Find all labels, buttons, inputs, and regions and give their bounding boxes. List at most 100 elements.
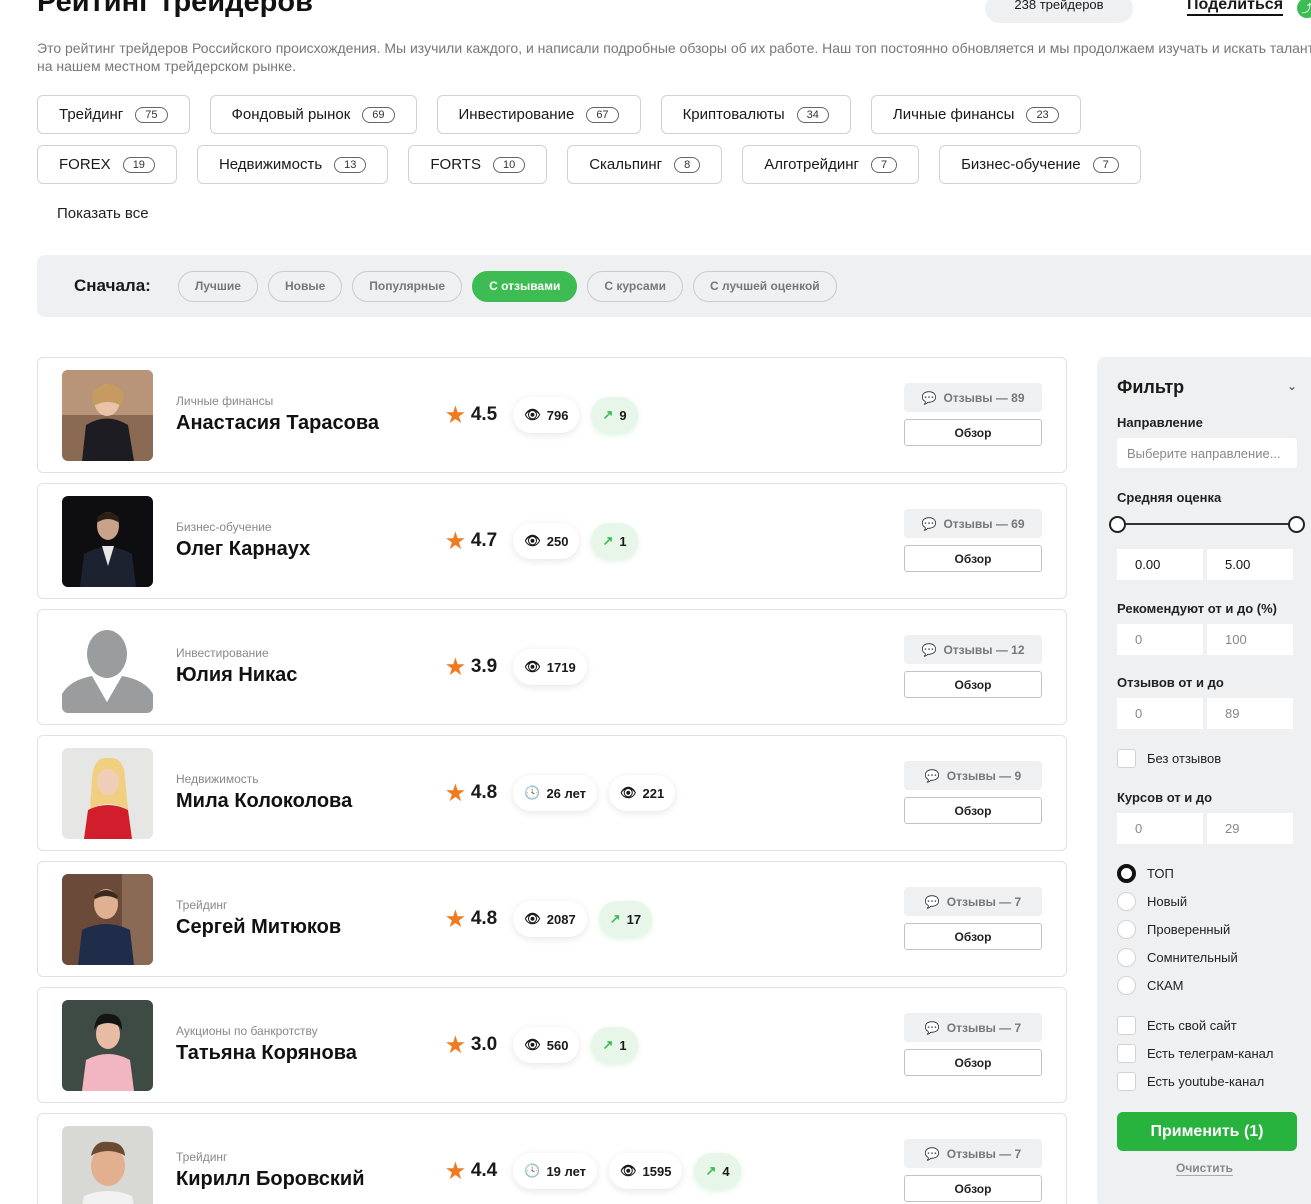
chevron-down-icon[interactable]: ⌄ — [1287, 379, 1297, 393]
chip-real-estate[interactable]: Недвижимость 13 — [196, 145, 389, 184]
chip-investing[interactable]: Инвестирование 67 — [436, 95, 641, 134]
chip-business-education[interactable]: Бизнес-обучение 7 — [939, 145, 1141, 184]
reviews-button[interactable]: 💬 Отзывы — 9 — [904, 761, 1042, 790]
trader-name[interactable]: Олег Карнаух — [176, 538, 310, 561]
sort-new[interactable]: Новые — [267, 270, 343, 302]
checkbox[interactable] — [1117, 1016, 1136, 1035]
reviews-button[interactable]: 💬 Отзывы — 7 — [904, 1013, 1042, 1042]
rating-slider-max-handle[interactable] — [1288, 516, 1305, 533]
reviews-button[interactable]: 💬 Отзывы — 12 — [904, 635, 1042, 664]
chip-personal-finance[interactable]: Личные финансы 23 — [870, 95, 1081, 134]
reviews-button[interactable]: 💬 Отзывы — 7 — [904, 887, 1042, 916]
review-button[interactable]: Обзор — [904, 419, 1042, 446]
avatar[interactable] — [62, 370, 153, 461]
reviews-min-input[interactable]: 0 — [1117, 698, 1203, 729]
status-scam-radio[interactable]: СКАМ — [1117, 976, 1183, 995]
recommend-min-input[interactable]: 0 — [1117, 624, 1203, 655]
experience-years: 26 лет — [546, 785, 587, 801]
chip-scalping[interactable]: Скальпинг 8 — [567, 145, 723, 184]
checkbox[interactable] — [1117, 749, 1136, 768]
no-reviews-checkbox[interactable]: Без отзывов — [1117, 749, 1221, 768]
radio[interactable] — [1117, 976, 1136, 995]
chat-icon: 💬 — [921, 390, 937, 405]
show-all-link[interactable]: Показать все — [57, 205, 149, 222]
trader-stats: ★ 4.7 👁 250 ↗ 1 — [446, 521, 650, 561]
has-site-checkbox[interactable]: Есть свой сайт — [1117, 1016, 1237, 1035]
reviews-range-label: Отзывов от и до — [1117, 675, 1224, 690]
radio[interactable] — [1117, 948, 1136, 967]
avg-min-input[interactable]: 0.00 — [1117, 549, 1203, 580]
courses-max-input[interactable]: 29 — [1207, 813, 1293, 844]
share-icon[interactable]: ⤴ — [1297, 0, 1311, 18]
status-verified-radio[interactable]: Проверенный — [1117, 920, 1230, 939]
rating-slider-track[interactable] — [1117, 523, 1297, 525]
trader-name[interactable]: Мила Колоколова — [176, 790, 352, 813]
chip-stock-market[interactable]: Фондовый рынок 69 — [209, 95, 417, 134]
trader-card[interactable]: Аукционы по банкротству Татьяна Корянова… — [37, 987, 1067, 1103]
star-icon: ★ — [446, 403, 465, 427]
status-top-radio[interactable]: ТОП — [1117, 864, 1174, 883]
sort-with-courses[interactable]: С курсами — [587, 270, 683, 302]
chat-icon: 💬 — [924, 768, 940, 783]
trader-name[interactable]: Кирилл Боровский — [176, 1168, 365, 1191]
clear-link[interactable]: Очистить — [1176, 1161, 1233, 1176]
reviews-button[interactable]: 💬 Отзывы — 89 — [904, 383, 1042, 412]
review-button[interactable]: Обзор — [904, 545, 1042, 572]
radio[interactable] — [1117, 920, 1136, 939]
trader-card[interactable]: Недвижимость Мила Колоколова ★ 4.8 🕓 26 ле… — [37, 735, 1067, 851]
chip-trading[interactable]: Трейдинг 75 — [37, 95, 190, 134]
sort-with-reviews[interactable]: С отзывами — [472, 270, 578, 302]
avatar[interactable] — [62, 874, 153, 965]
trader-card[interactable]: Личные финансы Анастасия Тарасова ★ 4.5 👁… — [37, 357, 1067, 473]
eye-icon: 👁 — [524, 533, 541, 548]
reviews-button[interactable]: 💬 Отзывы — 69 — [904, 509, 1042, 538]
review-button[interactable]: Обзор — [904, 797, 1042, 824]
reviews-max-input[interactable]: 89 — [1207, 698, 1293, 729]
chip-crypto[interactable]: Криптовалюты 34 — [660, 95, 851, 134]
review-button[interactable]: Обзор — [904, 1175, 1042, 1202]
chip-forex[interactable]: FOREX 19 — [37, 145, 177, 184]
review-button[interactable]: Обзор — [904, 671, 1042, 698]
chip-forts[interactable]: FORTS 10 — [408, 145, 548, 184]
chip-algotrading[interactable]: Алготрейдинг 7 — [742, 145, 920, 184]
checkbox[interactable] — [1117, 1044, 1136, 1063]
trend-badge: ↗ 4 — [694, 1153, 741, 1189]
trader-card[interactable]: Трейдинг Сергей Митюков ★ 4.8 👁 2087 ↗ 17 💬… — [37, 861, 1067, 977]
trader-category: Трейдинг — [176, 1150, 228, 1164]
has-telegram-checkbox[interactable]: Есть телеграм-канал — [1117, 1044, 1273, 1063]
reviews-button[interactable]: 💬 Отзывы — 7 — [904, 1139, 1042, 1168]
radio-selected[interactable] — [1117, 864, 1136, 883]
avatar-placeholder[interactable] — [62, 622, 153, 713]
avg-max-input[interactable]: 5.00 — [1207, 549, 1293, 580]
trader-name[interactable]: Сергей Митюков — [176, 916, 341, 939]
avatar[interactable] — [62, 496, 153, 587]
trader-name[interactable]: Анастасия Тарасова — [176, 412, 379, 435]
trader-card[interactable]: Инвестирование Юлия Никас ★ 3.9 👁 1719 💬 От… — [37, 609, 1067, 725]
has-youtube-checkbox[interactable]: Есть youtube-канал — [1117, 1072, 1264, 1091]
trader-name[interactable]: Юлия Никас — [176, 664, 297, 687]
sort-popular[interactable]: Популярные — [352, 270, 463, 302]
review-button[interactable]: Обзор — [904, 1049, 1042, 1076]
avatar[interactable] — [62, 748, 153, 839]
review-button[interactable]: Обзор — [904, 923, 1042, 950]
experience-badge: 🕓 26 лет — [513, 775, 598, 811]
views-badge: 👁 1595 — [609, 1153, 683, 1189]
status-new-radio[interactable]: Новый — [1117, 892, 1187, 911]
direction-select[interactable]: Выберите направление... — [1117, 438, 1297, 468]
radio[interactable] — [1117, 892, 1136, 911]
share-link[interactable]: Поделиться — [1187, 0, 1284, 16]
checkbox[interactable] — [1117, 1072, 1136, 1091]
apply-button[interactable]: Применить (1) — [1117, 1112, 1297, 1151]
trader-card[interactable]: Бизнес-обучение Олег Карнаух ★ 4.7 👁 250 ↗… — [37, 483, 1067, 599]
courses-min-input[interactable]: 0 — [1117, 813, 1203, 844]
views-badge: 👁 221 — [609, 775, 676, 811]
rating-slider-min-handle[interactable] — [1109, 516, 1126, 533]
recommend-max-input[interactable]: 100 — [1207, 624, 1293, 655]
avatar[interactable] — [62, 1000, 153, 1091]
trader-card[interactable]: Трейдинг Кирилл Боровский ★ 4.4 🕓 19 лет 👁… — [37, 1113, 1067, 1204]
status-doubtful-radio[interactable]: Сомнительный — [1117, 948, 1238, 967]
sort-best-rating[interactable]: С лучшей оценкой — [692, 270, 837, 302]
trader-name[interactable]: Татьяна Корянова — [176, 1042, 357, 1065]
avatar[interactable] — [62, 1126, 153, 1204]
sort-best[interactable]: Лучшие — [177, 270, 258, 302]
